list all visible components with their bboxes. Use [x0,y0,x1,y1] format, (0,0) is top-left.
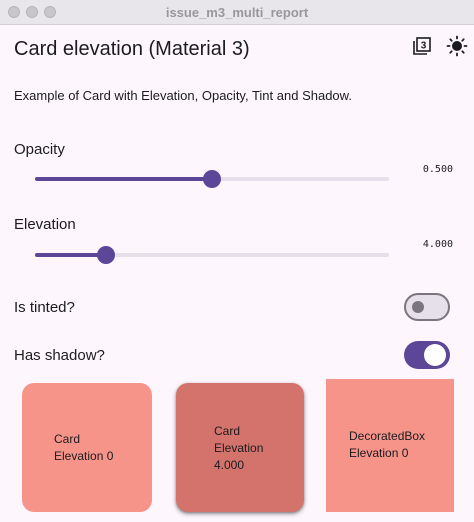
card-elevated: Card Elevation 4.000 [176,383,304,512]
material3-toggle-button[interactable]: 3 [411,36,433,61]
opacity-label: Opacity [14,141,65,158]
elevation-slider[interactable] [35,245,389,265]
switch-knob [424,344,446,366]
card-title: Card [214,424,241,438]
opacity-slider[interactable] [35,169,389,189]
switch-knob [412,301,424,313]
svg-text:3: 3 [421,40,427,51]
card-subtitle: Elevation 0 [54,449,114,463]
theme-toggle-button[interactable] [446,35,468,62]
page-description: Example of Card with Elevation, Opacity,… [14,88,352,103]
material3-icon: 3 [412,36,432,61]
shadow-switch[interactable] [404,341,450,369]
slider-active-track [35,177,212,181]
opacity-value: 0.500 [422,164,453,175]
card-elevation-value: 4.000 [214,458,245,472]
page-title: Card elevation (Material 3) [14,38,250,60]
card-title: Card [54,432,81,446]
slider-thumb[interactable] [203,170,221,188]
slider-thumb[interactable] [96,246,115,264]
window-title: issue_m3_multi_report [165,5,309,20]
card-subtitle: Elevation 0 [349,446,409,460]
window-titlebar: issue_m3_multi_report [0,0,474,25]
card-elevation-0: Card Elevation 0 [22,383,152,512]
decorated-box: DecoratedBox Elevation 0 [326,379,454,512]
tinted-label: Is tinted? [14,299,75,316]
elevation-value: 4.000 [422,239,453,250]
shadow-label: Has shadow? [14,347,105,364]
tinted-switch[interactable] [404,293,450,321]
slider-active-track [35,253,106,257]
brightness-icon [446,35,468,62]
elevation-label: Elevation [14,216,76,233]
card-subtitle: Elevation [214,441,264,455]
card-title: DecoratedBox [349,429,426,443]
